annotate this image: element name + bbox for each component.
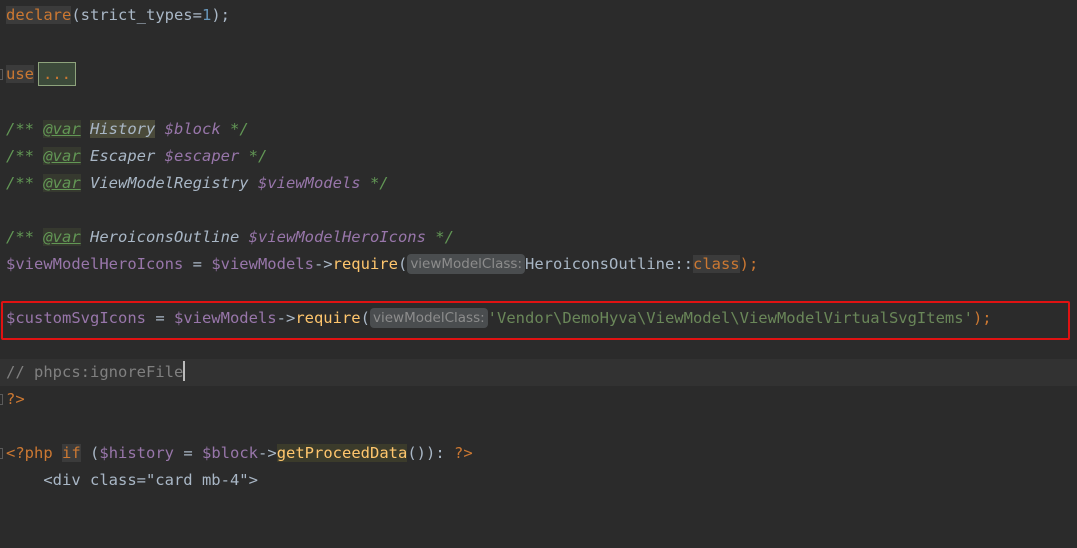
code-text: (strict_types= [71,6,202,24]
code-line-heroicons-require[interactable]: $viewModelHeroIcons = $viewModels->requi… [0,251,1077,278]
code-line-doc-heroicons[interactable]: /** @var HeroiconsOutline $viewModelHero… [0,224,1077,251]
class-name[interactable]: HeroiconsOutline [525,255,674,273]
code-text: ( [80,444,100,462]
parameter-hint: viewModelClass: [369,308,488,328]
code-text: ( [360,309,370,327]
variable: $customSvgIcons [6,309,146,327]
keyword-declare: declare [6,6,72,24]
code-text: ); [739,255,759,273]
doc-comment-close: */ [239,147,268,165]
variable: $viewModels [173,309,277,327]
code-line-div-card[interactable]: <div class="card mb-4"> [0,467,1077,494]
code-editor[interactable]: declare(strict_types=1); use... /** @var… [0,0,1077,489]
php-close-tag: ?> [454,444,473,462]
doc-tag-var: @var [43,147,81,165]
operator: -> [276,309,296,327]
keyword-class: class [692,255,740,273]
doc-variable: $escaper [164,147,240,165]
doc-variable: $block [164,120,221,138]
doc-variable: $viewModels [257,174,361,192]
text-cursor [183,361,186,381]
code-text: ); [972,309,992,327]
keyword-if: if [62,444,81,462]
doc-comment-open: /** [6,174,44,192]
fold-gutter-icon[interactable] [0,394,3,405]
code-line-declare[interactable]: declare(strict_types=1); [0,2,1077,29]
operator: = [145,309,174,327]
method-call[interactable]: require [333,255,398,273]
doc-type[interactable]: ViewModelRegistry [90,174,249,192]
code-text: ); [211,6,230,24]
parameter-hint: viewModelClass: [407,254,525,274]
doc-variable: $viewModelHeroIcons [248,228,426,246]
code-line-doc-block[interactable]: /** @var History $block */ [0,116,1077,143]
method-call[interactable]: require [295,309,360,327]
operator: -> [313,255,333,273]
operator: -> [258,444,277,462]
doc-type[interactable]: Escaper [90,147,155,165]
php-open-tag: <?php [6,444,53,462]
doc-type[interactable]: HeroiconsOutline [90,228,239,246]
doc-tag-var: @var [43,228,81,246]
php-close-tag: ?> [6,390,25,408]
doc-comment-open: /** [6,120,44,138]
operator: = [174,444,203,462]
keyword-use: use [6,65,34,83]
doc-comment-close: */ [360,174,389,192]
code-text: ( [397,255,408,273]
string-literal: 'Vendor\DemoHyva\ViewModel\ViewModelVirt… [487,309,973,327]
fold-gutter-icon[interactable] [0,69,3,80]
code-line-close-tag[interactable]: ?> [0,386,1077,413]
doc-comment-close: */ [220,120,249,138]
code-line-doc-viewmodels[interactable]: /** @var ViewModelRegistry $viewModels *… [0,170,1077,197]
doc-tag-var: @var [43,120,81,138]
doc-tag-var: @var [43,174,81,192]
code-line-php-if[interactable]: <?php if ($history = $block->getProceedD… [0,440,1077,467]
fold-gutter-icon[interactable] [0,448,3,459]
html-markup: <div class="card mb-4"> [6,471,258,489]
number-literal: 1 [201,6,212,24]
variable: $history [99,444,175,462]
method-call[interactable]: getProceedData [276,444,408,462]
code-line-phpcs-comment[interactable]: // phpcs:ignoreFile [0,359,1077,386]
doc-comment-open: /** [6,228,44,246]
operator: :: [674,255,693,273]
code-line-use[interactable]: use... [0,61,1077,88]
variable: $viewModels [211,255,314,273]
folded-imports-button[interactable]: ... [38,62,76,86]
variable: $block [202,444,259,462]
code-text: ()): [407,444,455,462]
doc-comment-close: */ [425,228,454,246]
doc-comment-open: /** [6,147,44,165]
doc-type[interactable]: History [90,120,156,138]
variable: $viewModelHeroIcons [6,255,184,273]
code-line-doc-escaper[interactable]: /** @var Escaper $escaper */ [0,143,1077,170]
code-line-custom-svg-require[interactable]: $customSvgIcons = $viewModels->require(v… [0,305,1077,332]
line-comment: // phpcs:ignoreFile [6,363,184,381]
operator: = [183,255,212,273]
